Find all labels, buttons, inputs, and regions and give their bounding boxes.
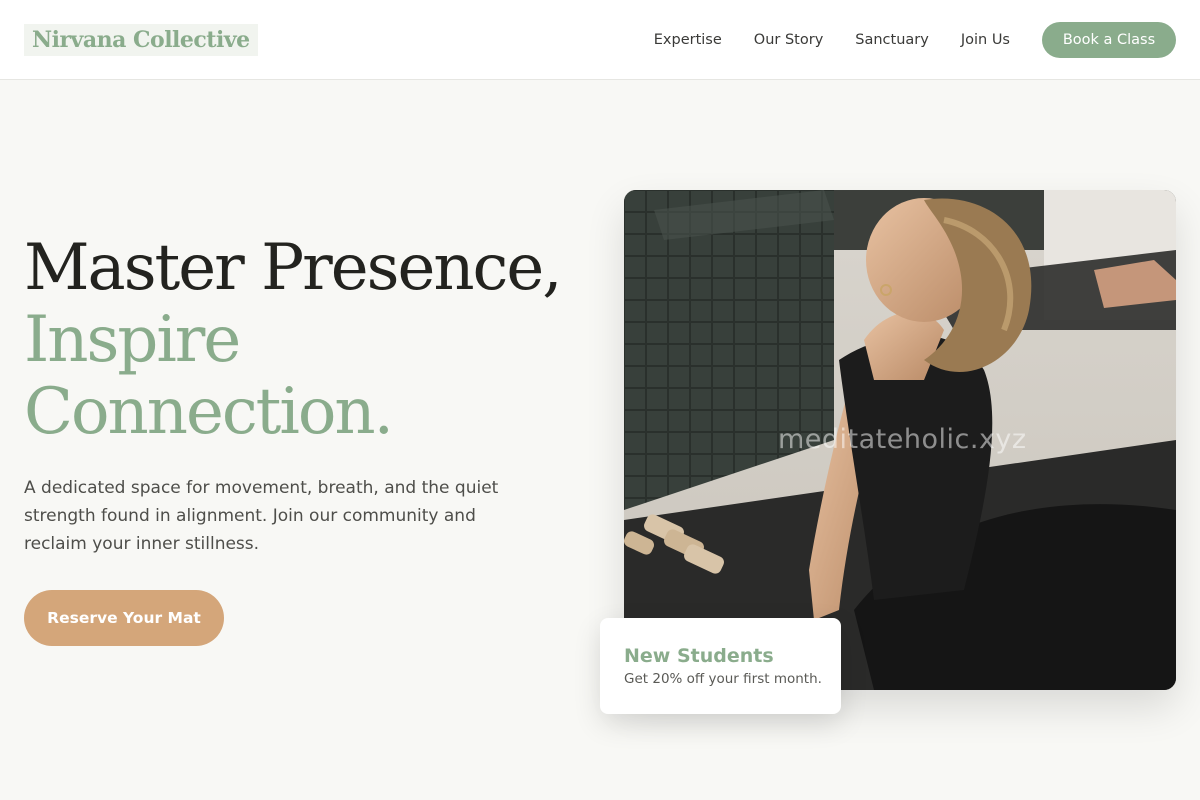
new-students-card[interactable]: New Students Get 20% off your first mont… xyxy=(600,618,841,714)
hero-title-line-1: Master Presence, xyxy=(24,231,563,305)
hero-photo: meditateholic.xyz xyxy=(624,190,1176,690)
site-header: Nirvana Collective Expertise Our Story S… xyxy=(0,0,1200,80)
hero-title: Master Presence, Inspire Connection. xyxy=(24,231,563,449)
nav-link-our-story[interactable]: Our Story xyxy=(754,32,823,48)
nav-link-sanctuary[interactable]: Sanctuary xyxy=(855,32,929,48)
main-nav: Expertise Our Story Sanctuary Join Us Bo… xyxy=(654,0,1176,80)
hero-title-line-2: Inspire xyxy=(24,303,241,377)
photo-watermark: meditateholic.xyz xyxy=(778,424,1027,455)
promo-text: Get 20% off your first month. xyxy=(624,671,822,687)
promo-title: New Students xyxy=(624,645,774,667)
reserve-mat-button[interactable]: Reserve Your Mat xyxy=(24,590,224,646)
hero-title-line-3: Connection. xyxy=(24,375,394,449)
hero-description: A dedicated space for movement, breath, … xyxy=(24,478,499,554)
nav-link-expertise[interactable]: Expertise xyxy=(654,32,722,48)
brand-logo[interactable]: Nirvana Collective xyxy=(24,24,258,56)
nav-link-join-us[interactable]: Join Us xyxy=(961,32,1010,48)
book-class-button[interactable]: Book a Class xyxy=(1042,22,1176,58)
